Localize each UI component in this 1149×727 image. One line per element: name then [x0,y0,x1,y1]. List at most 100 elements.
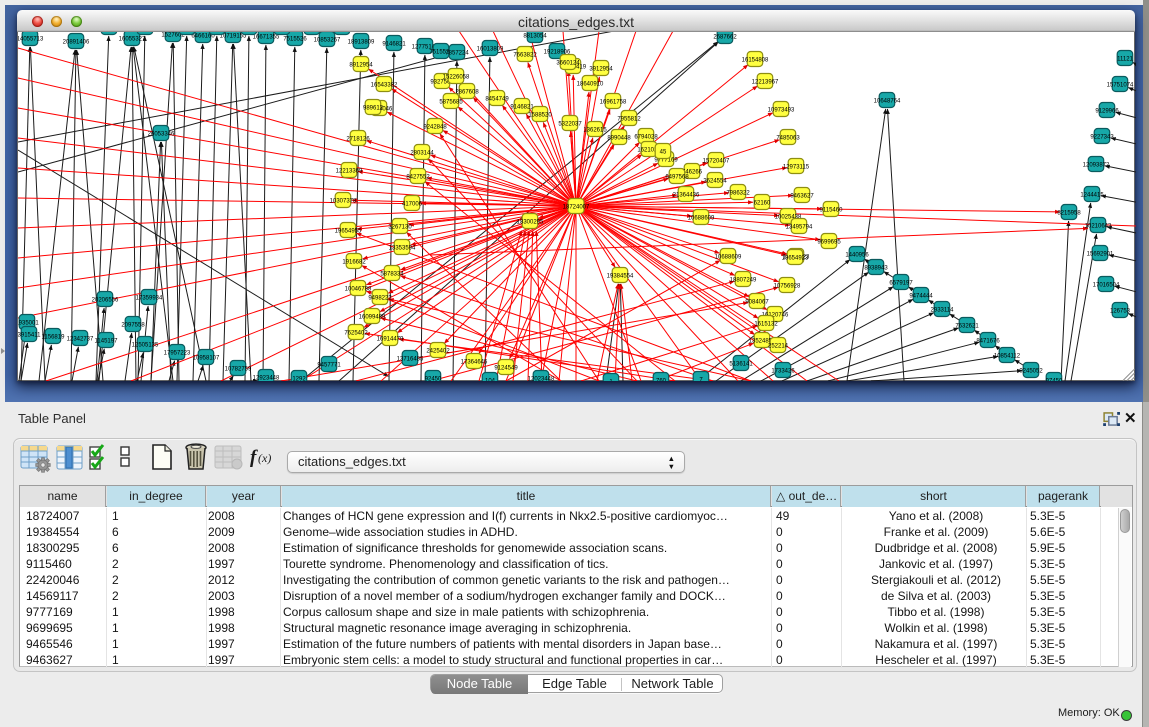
svg-text:3624554: 3624554 [703,179,727,185]
svg-text:7663822: 7663822 [513,53,537,59]
svg-text:1244415: 1244415 [1080,193,1104,199]
svg-text:2687662: 2687662 [713,35,737,41]
svg-text:9457771: 9457771 [317,363,341,369]
svg-text:16914479: 16914479 [377,337,404,343]
svg-text:18300295: 18300295 [517,220,544,226]
svg-text:1733426: 1733426 [771,369,795,375]
svg-text:2867608: 2867608 [455,90,479,96]
svg-text:2933114: 2933114 [931,308,955,314]
svg-text:1362615: 1362615 [583,128,607,134]
svg-text:417006: 417006 [402,202,423,208]
svg-text:126753: 126753 [1110,309,1131,315]
svg-text:9115460: 9115460 [820,208,844,214]
svg-text:10958107: 10958107 [193,356,220,362]
svg-text:3912954: 3912954 [589,67,613,73]
svg-text:252214: 252214 [768,344,789,350]
svg-text:15751074: 15751074 [1107,83,1134,89]
svg-text:9245052: 9245052 [1019,369,1043,375]
svg-text:97450: 97450 [1046,379,1063,382]
svg-text:7986322: 7986322 [726,191,750,197]
svg-text:18640910: 18640910 [577,82,604,88]
svg-text:19384554: 19384554 [607,274,634,280]
svg-text:9498222: 9498222 [368,296,392,302]
svg-text:10688609: 10688609 [688,216,715,222]
svg-text:13716485: 13716485 [397,357,424,363]
svg-text:8990448: 8990448 [607,136,631,142]
svg-text:3915411: 3915411 [18,333,41,339]
svg-text:8427552: 8427552 [406,175,430,181]
svg-text:16543382: 16543382 [371,83,398,89]
svg-text:9242848: 9242848 [423,125,447,131]
svg-text:12973115: 12973115 [783,165,810,171]
svg-text:8471676: 8471676 [976,339,1000,345]
svg-text:5322037: 5322037 [558,122,582,128]
svg-text:104: 104 [485,379,496,382]
svg-text:10973493: 10973493 [768,108,795,114]
svg-text:7485063: 7485063 [776,136,800,142]
svg-text:5136141: 5136141 [729,362,753,368]
svg-text:7955812: 7955812 [617,117,641,123]
svg-text:10046788: 10046788 [345,287,372,293]
svg-text:8454749: 8454749 [485,97,509,103]
svg-text:13353594: 13353594 [389,246,416,252]
svg-text:8813054: 8813054 [523,34,547,40]
svg-text:9146821: 9146821 [382,42,406,48]
svg-text:1588520: 1588520 [528,113,552,119]
svg-text:17016504: 17016504 [1093,283,1120,289]
svg-text:10854112: 10854112 [994,354,1021,360]
svg-text:3660124: 3660124 [556,61,580,67]
svg-text:2097558: 2097558 [121,323,145,329]
svg-text:62160: 62160 [754,201,771,207]
svg-text:2425402: 2425402 [426,349,450,355]
svg-text:12213967: 12213967 [752,80,779,86]
svg-text:6579197: 6579197 [889,281,913,287]
svg-text:12213369: 12213369 [336,169,363,175]
svg-text:10853267: 10853267 [314,38,341,44]
svg-text:11121: 11121 [1117,57,1133,63]
svg-text:6497568: 6497568 [665,175,689,181]
svg-text:12023448: 12023448 [528,377,555,382]
svg-text:16013809: 16013809 [477,47,504,53]
svg-text:16671355: 16671355 [253,35,280,41]
svg-text:8215958: 8215958 [1057,211,1081,217]
svg-text:1615132: 1615132 [754,322,778,328]
svg-text:15720407: 15720407 [703,159,730,165]
svg-text:12923448: 12923448 [253,376,280,382]
svg-text:1916682: 1916682 [342,260,366,266]
svg-text:8912954: 8912954 [349,63,373,69]
svg-text:20891406: 20891406 [63,40,90,46]
svg-text:10756928: 10756928 [774,284,801,290]
svg-text:20206556: 20206556 [92,298,119,304]
svg-text:7632621: 7632621 [955,324,979,330]
svg-text:16055327: 16055327 [119,37,146,43]
svg-text:13495794: 13495794 [786,225,813,231]
svg-text:1145197: 1145197 [95,339,119,345]
svg-text:45: 45 [660,150,667,156]
svg-text:10688609: 10688609 [715,255,742,261]
svg-text:9463627: 9463627 [790,194,814,200]
svg-text:16154808: 16154808 [742,58,769,64]
svg-text:1935001: 1935001 [18,321,39,327]
svg-text:18913809: 18913809 [348,40,375,46]
svg-text:5875685: 5875685 [439,100,463,106]
svg-text:f: f [250,447,258,468]
svg-text:19654955: 19654955 [335,229,362,235]
svg-text:12342737: 12342737 [67,337,94,343]
svg-text:5878334: 5878334 [380,272,404,278]
svg-text:1440956: 1440956 [845,253,869,259]
svg-text:9124549: 9124549 [494,366,518,372]
svg-text:17364645: 17364645 [461,360,488,366]
svg-text:3267130: 3267130 [388,225,412,231]
svg-text:10210643: 10210643 [1085,224,1112,230]
svg-text:(x): (x) [258,451,271,465]
svg-text:2803144: 2803144 [410,151,434,157]
svg-text:10782759: 10782759 [225,367,252,373]
svg-text:7625402: 7625402 [344,331,368,337]
svg-text:15692901: 15692901 [1087,252,1114,258]
svg-text:12093872: 12093872 [1083,163,1110,169]
svg-text:8938943: 8938943 [864,266,888,272]
svg-text:7515526: 7515526 [283,37,307,43]
svg-text:9146821: 9146821 [510,105,534,111]
svg-text:14055713: 14055713 [18,37,44,43]
svg-text:9474444: 9474444 [909,294,933,300]
